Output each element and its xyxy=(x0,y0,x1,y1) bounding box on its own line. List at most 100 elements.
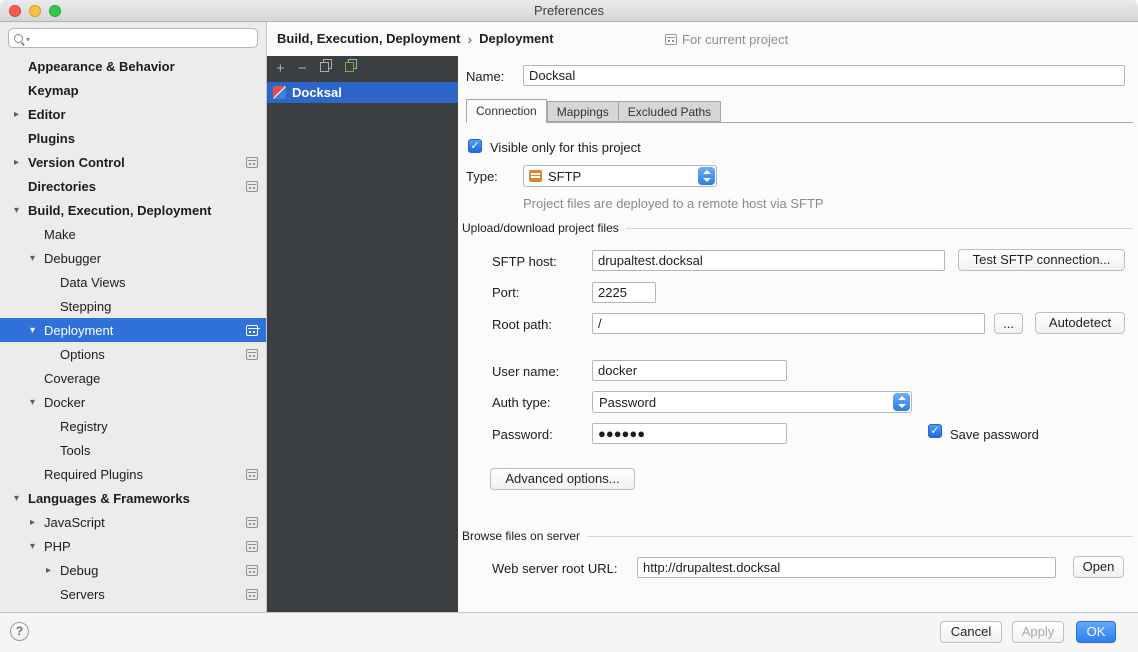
sidebar-item-make[interactable]: Make xyxy=(0,222,266,246)
chevron-right-icon[interactable]: ▸ xyxy=(30,517,44,528)
chevron-down-icon[interactable]: ▾ xyxy=(14,205,28,216)
visible-only-checkbox[interactable] xyxy=(468,139,482,153)
chevron-down-icon[interactable]: ▾ xyxy=(30,253,44,264)
project-scope-icon xyxy=(665,34,677,45)
combo-arrows-icon[interactable] xyxy=(698,167,715,185)
breadcrumb-part-2: Deployment xyxy=(479,22,553,56)
visible-only-label[interactable]: Visible only for this project xyxy=(490,140,641,155)
sidebar-item-label: Data Views xyxy=(60,275,126,290)
type-select[interactable]: SFTP xyxy=(523,165,717,187)
dialog-footer: ? Cancel Apply OK xyxy=(0,612,1138,652)
auth-type-select[interactable]: Password xyxy=(592,391,912,413)
sidebar-item-appearance-behavior[interactable]: Appearance & Behavior xyxy=(0,54,266,78)
sidebar-item-label: PHP xyxy=(44,539,71,554)
save-password-label[interactable]: Save password xyxy=(950,427,1039,442)
chevron-right-icon[interactable]: ▸ xyxy=(14,109,28,120)
sidebar-item-javascript[interactable]: ▸JavaScript xyxy=(0,510,266,534)
sidebar-item-coverage[interactable]: Coverage xyxy=(0,366,266,390)
sidebar-item-label: Tools xyxy=(60,443,90,458)
sidebar-item-directories[interactable]: Directories xyxy=(0,174,266,198)
sidebar-item-label: Directories xyxy=(28,179,96,194)
ok-button[interactable]: OK xyxy=(1076,621,1116,643)
sidebar-item-debug[interactable]: ▸Debug xyxy=(0,558,266,582)
name-input[interactable] xyxy=(523,65,1125,86)
sftp-host-input[interactable] xyxy=(592,250,945,271)
sidebar-item-required-plugins[interactable]: Required Plugins xyxy=(0,462,266,486)
test-sftp-connection-button[interactable]: Test SFTP connection... xyxy=(958,249,1125,271)
copy-icon xyxy=(320,59,332,72)
window-title: Preferences xyxy=(0,0,1138,22)
sidebar-item-data-views[interactable]: Data Views xyxy=(0,270,266,294)
preferences-window: Preferences ▾ Appearance & BehaviorKeyma… xyxy=(0,0,1138,652)
sidebar-item-label: Plugins xyxy=(28,131,75,146)
sidebar-item-options[interactable]: Options xyxy=(0,342,266,366)
browse-root-path-button[interactable]: ... xyxy=(994,313,1023,334)
breadcrumb-part-1: Build, Execution, Deployment xyxy=(277,22,460,56)
server-item-label: Docksal xyxy=(292,85,342,100)
port-label: Port: xyxy=(492,285,519,300)
advanced-options-button[interactable]: Advanced options... xyxy=(490,468,635,490)
add-server-button[interactable]: + xyxy=(276,61,285,76)
web-root-input[interactable] xyxy=(637,557,1056,578)
breadcrumb-bar: Build, Execution, Deployment › Deploymen… xyxy=(267,22,1138,56)
type-value: SFTP xyxy=(542,169,698,184)
sidebar-item-editor[interactable]: ▸Editor xyxy=(0,102,266,126)
combo-arrows-icon[interactable] xyxy=(893,393,910,411)
sidebar-item-label: JavaScript xyxy=(44,515,105,530)
open-button[interactable]: Open xyxy=(1073,556,1124,578)
project-context: For current project xyxy=(665,22,788,56)
settings-search[interactable]: ▾ xyxy=(8,28,258,48)
root-path-label: Root path: xyxy=(492,317,552,332)
titlebar: Preferences xyxy=(0,0,1138,22)
copy-server-button[interactable] xyxy=(320,59,332,77)
sidebar-item-stepping[interactable]: Stepping xyxy=(0,294,266,318)
chevron-down-icon[interactable]: ▾ xyxy=(30,541,44,552)
port-input[interactable] xyxy=(592,282,656,303)
chevron-down-icon[interactable]: ▾ xyxy=(30,397,44,408)
remove-server-button[interactable]: − xyxy=(298,61,307,76)
chevron-down-icon[interactable]: ▾ xyxy=(14,493,28,504)
project-scope-icon xyxy=(246,469,258,480)
search-icon xyxy=(14,34,23,43)
upload-section-label: Upload/download project files xyxy=(462,221,619,235)
sidebar-item-keymap[interactable]: Keymap xyxy=(0,78,266,102)
type-help-text: Project files are deployed to a remote h… xyxy=(523,196,824,211)
search-input[interactable] xyxy=(34,31,252,46)
autodetect-button[interactable]: Autodetect xyxy=(1035,312,1125,334)
sidebar-item-build-execution-deployment[interactable]: ▾Build, Execution, Deployment xyxy=(0,198,266,222)
section-divider xyxy=(587,536,1133,537)
server-item-docksal[interactable]: Docksal xyxy=(267,82,458,103)
auth-type-label: Auth type: xyxy=(492,395,551,410)
save-password-checkbox[interactable] xyxy=(928,424,942,438)
project-scope-icon xyxy=(246,565,258,576)
sidebar-item-deployment[interactable]: ▾Deployment xyxy=(0,318,266,342)
sidebar-item-label: Stepping xyxy=(60,299,111,314)
user-name-input[interactable] xyxy=(592,360,787,381)
settings-tree: Appearance & BehaviorKeymap▸Editor Plugin… xyxy=(0,54,266,606)
tab-connection[interactable]: Connection xyxy=(466,99,547,123)
project-scope-icon xyxy=(246,325,258,336)
sidebar-item-php[interactable]: ▾PHP xyxy=(0,534,266,558)
chevron-down-icon[interactable]: ▾ xyxy=(30,325,44,336)
settings-sidebar: ▾ Appearance & BehaviorKeymap▸Editor Plug… xyxy=(0,22,267,612)
tab-excluded-paths[interactable]: Excluded Paths xyxy=(618,101,721,122)
root-path-input[interactable] xyxy=(592,313,985,334)
cancel-button[interactable]: Cancel xyxy=(940,621,1002,643)
sidebar-item-docker[interactable]: ▾Docker xyxy=(0,390,266,414)
password-input[interactable] xyxy=(592,423,787,444)
sidebar-item-languages-frameworks[interactable]: ▾Languages & Frameworks xyxy=(0,486,266,510)
paste-server-button[interactable] xyxy=(345,59,357,77)
sidebar-item-registry[interactable]: Registry xyxy=(0,414,266,438)
search-options-caret-icon[interactable]: ▾ xyxy=(26,35,30,44)
sidebar-item-servers[interactable]: Servers xyxy=(0,582,266,606)
help-button[interactable]: ? xyxy=(10,622,29,641)
chevron-right-icon[interactable]: ▸ xyxy=(14,157,28,168)
chevron-right-icon[interactable]: ▸ xyxy=(46,565,60,576)
sidebar-item-debugger[interactable]: ▾Debugger xyxy=(0,246,266,270)
sidebar-item-tools[interactable]: Tools xyxy=(0,438,266,462)
sidebar-item-version-control[interactable]: ▸Version Control xyxy=(0,150,266,174)
tab-mappings[interactable]: Mappings xyxy=(547,101,618,122)
apply-button[interactable]: Apply xyxy=(1012,621,1064,643)
browse-section-header: Browse files on server xyxy=(462,529,1133,543)
sidebar-item-plugins[interactable]: Plugins xyxy=(0,126,266,150)
